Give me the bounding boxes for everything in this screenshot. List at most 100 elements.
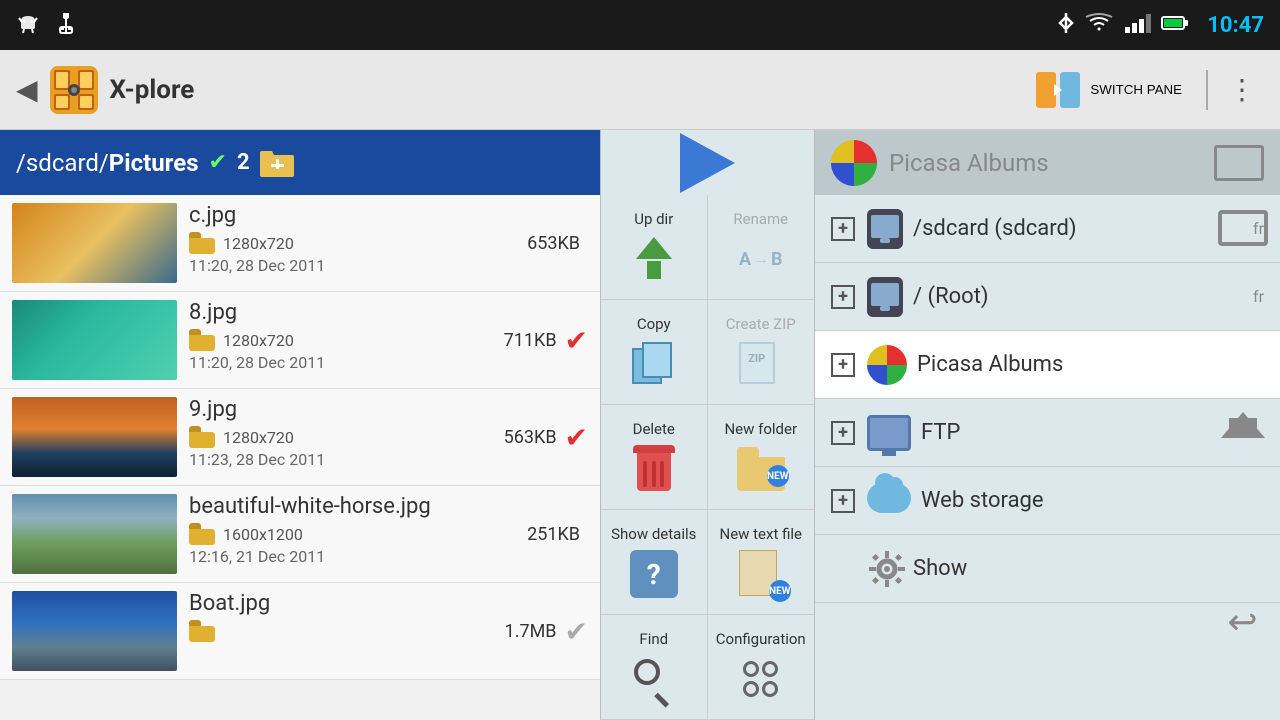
delete-label: Delete [633,420,675,438]
file-size: 1.7MB [505,621,557,642]
wifi-icon [1085,13,1113,37]
ftp-icon [867,415,911,451]
picasa-header: Picasa Albums [815,130,1280,195]
middle-pane: Up dir Rename A → B [600,130,815,720]
window-nav-button[interactable] [1213,198,1273,258]
path-text: /sdcard/Pictures [16,149,199,177]
file-meta: 1280x720 653KB [189,232,580,254]
location-tag: fr [1253,287,1264,306]
delete-button[interactable]: Delete [601,405,708,510]
pane-resize-icon[interactable] [1214,145,1264,181]
file-type-icon [189,426,215,448]
location-item-sdcard[interactable]: + /sdcard (sdcard) fr [815,195,1280,263]
create-zip-icon: ZIP [736,339,786,389]
file-list: c.jpg 1280x720 653KB 11:20, 28 Dec 2011 [0,195,600,720]
location-name: / (Root) [913,284,1253,309]
find-icon [629,654,679,704]
location-item-ftp[interactable]: + FTP [815,399,1280,467]
thumbnail [12,300,177,380]
configuration-label: Configuration [716,630,806,648]
action-grid: Up dir Rename A → B [601,195,814,720]
list-item[interactable]: Boat.jpg 1.7MB ✔ [0,583,600,680]
create-zip-button[interactable]: Create ZIP ZIP [708,300,815,405]
up-dir-label: Up dir [634,210,673,228]
switch-pane-icon [1036,72,1080,108]
checkmark-selected: ✔ [565,421,588,454]
file-date: 12:16, 21 Dec 2011 [189,547,580,566]
time-display: 10:47 [1207,13,1264,38]
signal-icon [1123,13,1151,37]
file-info: c.jpg 1280x720 653KB 11:20, 28 Dec 2011 [177,203,580,275]
file-name: c.jpg [189,203,580,228]
switch-pane-button[interactable]: SWITCH PANE [1024,64,1194,116]
expand-button[interactable]: + [831,217,855,241]
thumbnail [12,203,177,283]
list-item[interactable]: 9.jpg 1280x720 563KB 11:23, 28 Dec 2011 … [0,389,600,486]
delete-icon [629,444,679,494]
new-folder-button[interactable]: New folder NEW [708,405,815,510]
show-details-button[interactable]: Show details ? [601,510,708,615]
path-folder-icon [260,149,294,177]
file-info: 8.jpg 1280x720 711KB 11:20, 28 Dec 2011 [177,300,557,372]
path-bar[interactable]: /sdcard/Pictures ✔ 2 [0,130,600,195]
right-pane: Picasa Albums + /sdcard (sdcard) fr + [815,130,1280,720]
path-bold: Pictures [109,149,199,177]
expand-button[interactable]: + [831,353,855,377]
new-text-file-button[interactable]: New text file NEW [708,510,815,615]
find-label: Find [639,630,668,648]
main-content: /sdcard/Pictures ✔ 2 c.jpg [0,130,1280,720]
list-item[interactable]: c.jpg 1280x720 653KB 11:20, 28 Dec 2011 [0,195,600,292]
up-dir-button[interactable]: Up dir [601,195,708,300]
back-nav-button[interactable]: ↩ [1213,592,1273,652]
location-name: Web storage [921,488,1264,513]
expand-button[interactable]: + [831,489,855,513]
file-date: 11:20, 28 Dec 2011 [189,353,557,372]
new-text-file-icon: NEW [736,549,786,599]
file-dims: 1280x720 [223,234,294,253]
rename-button[interactable]: Rename A → B [708,195,815,300]
location-item-show[interactable]: Show [815,535,1280,603]
path-count: 2 [237,150,250,175]
create-zip-label: Create ZIP [726,315,796,333]
file-size: 653KB [527,233,580,254]
file-info: Boat.jpg 1.7MB [177,591,557,642]
show-details-label: Show details [611,525,696,543]
new-folder-icon: NEW [736,444,786,494]
back-button[interactable]: ◀ [16,73,38,106]
expand-button[interactable]: + [831,285,855,309]
location-name: /sdcard (sdcard) [913,216,1253,241]
location-name: Show [913,556,1264,581]
list-item[interactable]: beautiful-white-horse.jpg 1600x1200 251K… [0,486,600,583]
location-item-webstorage[interactable]: + Web storage [815,467,1280,535]
find-button[interactable]: Find [601,615,708,720]
file-type-icon [189,232,215,254]
list-item[interactable]: 8.jpg 1280x720 711KB 11:20, 28 Dec 2011 … [0,292,600,389]
status-right-icons: 10:47 [1057,11,1264,39]
root-icon [867,277,903,317]
status-left-icons [16,11,76,39]
app-bar: ◀ X-plore SWITCH PANE ⋮ [0,50,1280,130]
copy-button[interactable]: Copy [601,300,708,405]
left-pane: /sdcard/Pictures ✔ 2 c.jpg [0,130,600,720]
file-info: 9.jpg 1280x720 563KB 11:23, 28 Dec 2011 [177,397,557,469]
file-name: 8.jpg [189,300,557,325]
up-dir-icon [629,234,679,284]
file-meta: 1.7MB [189,620,557,642]
location-item-picasa[interactable]: + Picasa Albums [815,331,1280,399]
home-nav-button[interactable] [1213,395,1273,455]
file-date: 11:20, 28 Dec 2011 [189,256,580,275]
copy-label: Copy [637,315,671,333]
android-icon [16,11,40,39]
bluetooth-icon [1057,11,1075,39]
location-item-root[interactable]: + / (Root) fr [815,263,1280,331]
picasa-item-icon [867,345,907,385]
sdcard-icon [867,209,903,249]
configuration-button[interactable]: Configuration [708,615,815,720]
expand-button[interactable]: + [831,421,855,445]
status-bar: 10:47 [0,0,1280,50]
thumbnail [12,591,177,671]
file-dims: 1280x720 [223,331,294,350]
file-date: 11:23, 28 Dec 2011 [189,450,557,469]
more-button[interactable]: ⋮ [1220,65,1264,114]
file-size: 563KB [504,427,557,448]
